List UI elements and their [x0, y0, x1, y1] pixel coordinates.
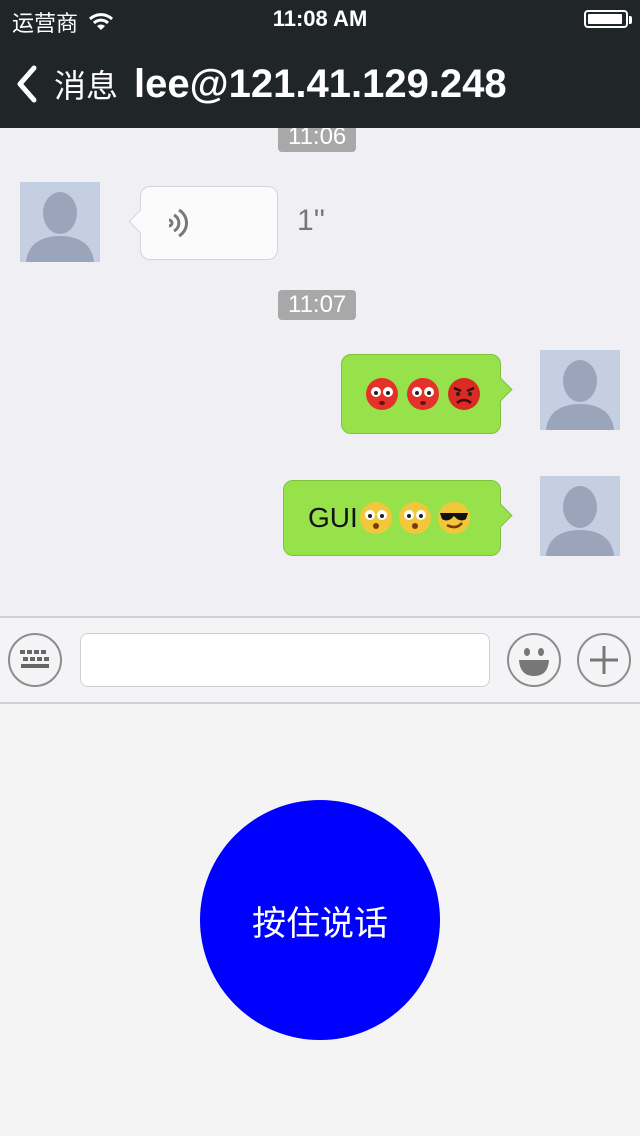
add-more-button[interactable] — [577, 633, 631, 687]
back-label: 消息 — [54, 68, 119, 104]
angry-face-icon — [366, 378, 398, 410]
nav-bar: 消息 lee@121.41.129.248 — [0, 40, 640, 128]
keyboard-toggle-button[interactable] — [8, 633, 62, 687]
voice-message-bubble[interactable] — [140, 186, 278, 260]
shocked-face-icon — [398, 502, 431, 534]
avatar[interactable] — [540, 476, 620, 556]
person-silhouette-icon — [540, 476, 620, 556]
text-message-bubble[interactable]: GUI — [283, 480, 501, 556]
back-button[interactable]: 消息 — [12, 61, 118, 107]
battery-icon — [584, 10, 632, 28]
hold-to-talk-button[interactable]: 按住说话 — [200, 800, 440, 1040]
status-time: 11:08 AM — [272, 6, 368, 31]
angry-face-icon — [407, 378, 439, 410]
page-title: lee@121.41.129.248 — [134, 61, 507, 106]
voice-duration: 1'' — [297, 204, 326, 237]
emoji-button[interactable] — [507, 633, 561, 687]
cool-sunglasses-face-icon — [437, 502, 470, 534]
avatar[interactable] — [540, 350, 620, 430]
chat-area[interactable]: 11:06 1'' 11:07 GUI — [0, 128, 640, 616]
top-bar: 运营商 11:08 AM 消息 lee@121.41.129.248 — [0, 0, 640, 128]
hold-to-talk-label: 按住说话 — [252, 904, 388, 943]
timestamp: 11:07 — [278, 290, 357, 320]
input-bar — [0, 616, 640, 704]
person-silhouette-icon — [540, 350, 620, 430]
voice-wave-icon — [168, 208, 189, 238]
avatar[interactable] — [20, 182, 100, 262]
voice-panel: 按住说话 — [0, 704, 640, 1136]
emoji-message-bubble[interactable] — [341, 354, 501, 434]
smiley-icon — [519, 648, 549, 676]
person-silhouette-icon — [20, 182, 100, 262]
timestamp: 11:06 — [278, 128, 357, 152]
status-bar: 运营商 11:08 AM — [0, 0, 640, 40]
message-text: GUI — [308, 502, 358, 533]
plus-icon — [590, 646, 618, 674]
message-input[interactable] — [80, 633, 490, 687]
furious-face-icon — [448, 378, 480, 410]
shocked-face-icon — [359, 502, 392, 534]
keyboard-icon — [20, 650, 49, 668]
chevron-left-icon — [17, 65, 37, 103]
